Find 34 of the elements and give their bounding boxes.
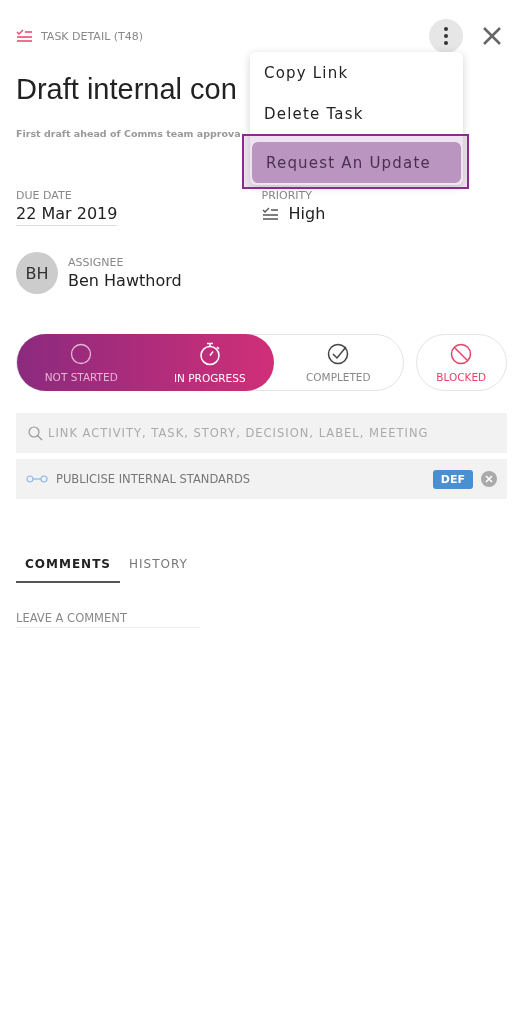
header-label: TASK DETAIL (T48): [41, 29, 145, 43]
status-option[interactable]: NOT STARTED: [17, 335, 146, 390]
due-date-value[interactable]: 22 Mar 2019: [16, 204, 118, 226]
close-icon: [482, 26, 502, 46]
menu-item[interactable]: Copy Link: [250, 52, 463, 93]
priority-value[interactable]: High: [288, 204, 326, 223]
blocked-icon: [450, 342, 473, 365]
search-icon: [28, 426, 43, 441]
assignee-label: ASSIGNEE: [68, 256, 125, 269]
status-option[interactable]: COMPLETED: [274, 335, 403, 390]
menu-item[interactable]: Request An Update: [252, 142, 461, 183]
more-icon: [444, 27, 448, 45]
task-description: First draft ahead of Comms team approva: [16, 128, 242, 139]
link-icon: [26, 475, 48, 483]
avatar: BH: [16, 252, 58, 294]
tag: DEF: [432, 469, 473, 489]
tab[interactable]: COMMENTS: [16, 551, 120, 583]
assignee-name[interactable]: Ben Hawthord: [68, 271, 315, 290]
task-title: Draft internal con: [16, 72, 237, 106]
linked-item-title: PUBLICISE INTERNAL STANDARDS: [56, 472, 252, 486]
tab[interactable]: HISTORY: [119, 551, 197, 583]
priority-label: PRIORITY: [261, 189, 313, 202]
status-option[interactable]: IN PROGRESS: [145, 335, 275, 390]
stopwatch-icon: [198, 341, 221, 366]
menu-item[interactable]: Delete Task: [250, 93, 463, 134]
checklist-icon: [16, 29, 33, 43]
circle-icon: [70, 342, 93, 365]
linked-item[interactable]: PUBLICISE INTERNAL STANDARDS DEF: [16, 459, 507, 499]
blocked-button[interactable]: BLOCKED: [415, 334, 507, 391]
checklist-icon: [261, 206, 279, 221]
due-date-label: DUE DATE: [16, 189, 73, 202]
search-field[interactable]: LINK ACTIVITY, TASK, STORY, DECISION, LABEL, MEETING: [16, 413, 507, 453]
check-circle-icon: [327, 342, 350, 365]
more-button[interactable]: [429, 19, 463, 53]
